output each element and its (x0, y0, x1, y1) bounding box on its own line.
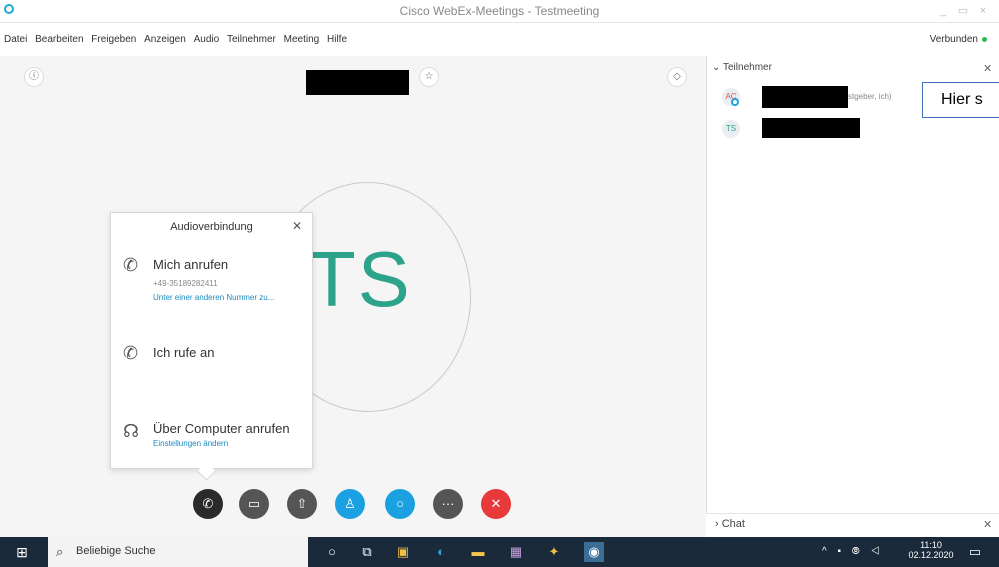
chat-button[interactable]: ○ (385, 489, 415, 519)
menu-bar: Datei Bearbeiten Freigeben Anzeigen Audi… (0, 34, 999, 54)
i-call-label: Ich rufe an (153, 345, 215, 360)
participant-role: stgeber, ich) (848, 92, 892, 101)
headset-icon: ☊ (123, 421, 139, 441)
clock[interactable]: 11:10 02.12.2020 (908, 540, 954, 560)
participant-avatar: TS (722, 120, 740, 138)
close-icon: ✕ (291, 219, 302, 233)
taskbar-search-placeholder: Beliebige Suche (76, 545, 156, 557)
cortana-icon[interactable]: ○ (322, 542, 342, 562)
pin-icon: ☆ (424, 71, 434, 82)
more-dots-icon: ··· (441, 496, 455, 511)
participants-button[interactable]: ♙ (335, 489, 365, 519)
participants-header[interactable]: ⌄ Teilnehmer (712, 62, 772, 73)
layout-icon: ◇ (673, 71, 681, 82)
close-window-button[interactable]: × (975, 2, 991, 20)
chevron-down-icon: ⌄ (712, 62, 721, 73)
calculator-icon[interactable]: ▦ (506, 542, 526, 562)
phone-incoming-icon: ✆ (123, 255, 139, 275)
audio-connection-popup: Audioverbindung ✕ ✆ Mich anrufen +49-351… (110, 212, 313, 469)
title-bar: Cisco WebEx-Meetings - Testmeeting _ ▭ × (0, 0, 999, 23)
pin-button[interactable]: ☆ (419, 67, 439, 87)
app-icon[interactable]: ✦ (544, 542, 564, 562)
file-explorer-icon[interactable]: ▬ (468, 542, 488, 562)
chat-close-button[interactable]: ✕ (983, 518, 992, 531)
chat-bubble-icon: ○ (396, 496, 404, 511)
popup-close-button[interactable]: ✕ (292, 219, 302, 233)
chat-label: Chat (721, 518, 745, 530)
menu-freigeben[interactable]: Freigeben (91, 34, 136, 45)
computer-audio-option[interactable]: ☊ Über Computer anrufen Einstellungen än… (123, 417, 303, 457)
camera-icon: ▭ (247, 496, 261, 511)
audio-button[interactable]: ✆ (193, 489, 223, 519)
menu-bearbeiten[interactable]: Bearbeiten (35, 34, 83, 45)
call-me-number: +49-35189282411 (153, 279, 218, 288)
call-me-option[interactable]: ✆ Mich anrufen +49-35189282411 Unter ein… (123, 253, 303, 313)
avatar-initials: TS (308, 235, 412, 323)
store-icon[interactable]: ▣ (393, 542, 413, 562)
menu-hilfe[interactable]: Hilfe (327, 34, 347, 45)
taskbar-search-box[interactable]: ⌕ Beliebige Suche (48, 537, 308, 567)
minimize-button[interactable]: _ (935, 2, 951, 20)
clock-time: 11:10 (920, 540, 942, 550)
participants-header-label: Teilnehmer (723, 62, 772, 73)
participant-name-redacted (762, 118, 860, 138)
connection-status: Verbunden (930, 34, 987, 45)
search-icon: ⌕ (56, 544, 64, 559)
popup-title: Audioverbindung (170, 221, 253, 233)
participants-close-button[interactable]: ✕ (983, 62, 992, 75)
connection-status-label: Verbunden (929, 34, 978, 45)
annotation-callout: Hier s (922, 82, 999, 118)
chevron-right-icon: › (715, 518, 719, 530)
layout-button[interactable]: ◇ (667, 67, 687, 87)
share-icon: ⇧ (296, 496, 308, 511)
window-title: Cisco WebEx-Meetings - Testmeeting (399, 4, 600, 18)
menu-teilnehmer[interactable]: Teilnehmer (227, 34, 276, 45)
participants-icon: ♙ (344, 496, 356, 511)
menu-anzeigen[interactable]: Anzeigen (144, 34, 186, 45)
connected-dot-icon (982, 36, 987, 42)
more-options-button[interactable]: ··· (433, 489, 463, 519)
computer-audio-label: Über Computer anrufen (153, 421, 290, 436)
maximize-button[interactable]: ▭ (955, 2, 971, 20)
menu-datei[interactable]: Datei (4, 34, 27, 45)
menu-audio[interactable]: Audio (194, 34, 220, 45)
other-number-link[interactable]: Unter einer anderen Nummer zu... (153, 293, 274, 302)
windows-start-icon[interactable]: ⊞ (12, 542, 32, 562)
phone-outgoing-icon: ✆ (123, 343, 139, 363)
close-icon: ✕ (490, 496, 502, 511)
info-button[interactable]: ⓘ (24, 67, 44, 87)
webex-taskbar-icon[interactable]: ◉ (584, 542, 604, 562)
notification-icon[interactable]: ▭ (965, 542, 985, 562)
video-button[interactable]: ▭ (239, 489, 269, 519)
task-view-icon[interactable]: ⧉ (357, 542, 377, 562)
menu-meeting[interactable]: Meeting (284, 34, 320, 45)
host-badge-icon (731, 98, 739, 106)
chat-toggle[interactable]: › Chat (715, 518, 745, 530)
clock-date: 02.12.2020 (908, 550, 954, 560)
phone-icon: ✆ (202, 496, 214, 511)
system-tray-icons[interactable]: ^ ▪ ⦾ ◁ (822, 546, 884, 557)
info-icon: ⓘ (29, 71, 39, 82)
edge-browser-icon[interactable]: ◐ (431, 542, 451, 562)
participant-name-redacted (762, 86, 848, 108)
change-settings-link[interactable]: Einstellungen ändern (153, 439, 228, 448)
i-call-option[interactable]: ✆ Ich rufe an (123, 341, 303, 365)
share-button[interactable]: ⇧ (287, 489, 317, 519)
meeting-name-redacted (306, 70, 409, 95)
call-me-label: Mich anrufen (153, 257, 229, 272)
chat-bar (706, 513, 999, 538)
end-meeting-button[interactable]: ✕ (481, 489, 511, 519)
